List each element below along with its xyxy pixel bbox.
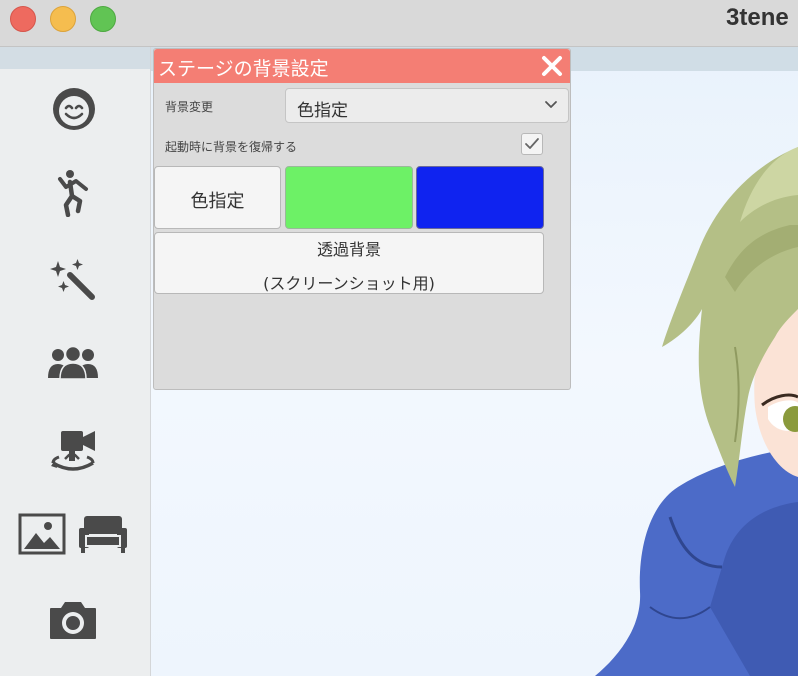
magic-wand-icon (50, 259, 95, 300)
sidebar-item-face[interactable] (50, 85, 98, 133)
green-swatch-button[interactable] (285, 166, 413, 229)
sidebar-item-screenshot[interactable] (48, 599, 98, 641)
transparent-button-title: 透過背景 (316, 240, 381, 259)
transparent-button-subtitle: (スクリーンショット用) (263, 274, 435, 293)
sidebar-item-furniture[interactable] (78, 513, 128, 555)
sidebar-item-camera-angle[interactable] (48, 429, 98, 473)
people-group-icon (48, 346, 98, 380)
color-select-button-label: 色指定 (190, 191, 245, 212)
sidebar-item-background-image[interactable] (18, 513, 66, 555)
dancing-figure-icon (58, 170, 88, 217)
camera-icon (50, 602, 96, 639)
checkmark-icon (525, 138, 539, 149)
sidebar-item-characters[interactable] (48, 345, 98, 381)
window-zoom-button[interactable] (90, 6, 116, 32)
background-change-value: 色指定 (297, 101, 348, 121)
sidebar-item-motion[interactable] (54, 169, 92, 217)
sidebar (0, 47, 151, 676)
window-minimize-button[interactable] (50, 6, 76, 32)
title-bar: 3tene (0, 0, 798, 47)
picture-icon (18, 513, 66, 555)
restore-on-startup-label: 起動時に背景を復帰する (165, 140, 298, 154)
color-select-button[interactable]: 色指定 (154, 166, 281, 229)
transparent-background-button[interactable]: 透過背景 (スクリーンショット用) (154, 232, 544, 294)
chevron-down-icon (545, 101, 557, 108)
video-camera-turntable-icon (51, 431, 95, 471)
sidebar-top-band (0, 47, 150, 69)
window-close-button[interactable] (10, 6, 36, 32)
background-change-label: 背景変更 (165, 100, 214, 114)
dialog-title: ステージの背景設定 (158, 58, 329, 80)
app-window: 3tene ステージの背景設定 背景変更 色指定 起動時に背景を復帰する 色指定… (0, 0, 798, 676)
blue-swatch-button[interactable] (416, 166, 544, 229)
restore-on-startup-checkbox[interactable] (521, 133, 543, 155)
sidebar-item-effects[interactable] (48, 259, 98, 301)
app-title: 3tene (726, 4, 789, 31)
background-change-select[interactable]: 色指定 (285, 88, 569, 123)
dialog-header: ステージの背景設定 (154, 49, 570, 83)
stage-background-dialog: ステージの背景設定 背景変更 色指定 起動時に背景を復帰する 色指定 透過背景 … (153, 48, 571, 390)
sofa-icon (79, 516, 127, 553)
dialog-close-button[interactable] (540, 54, 564, 78)
smiley-face-icon (53, 88, 95, 130)
close-icon (542, 56, 562, 76)
